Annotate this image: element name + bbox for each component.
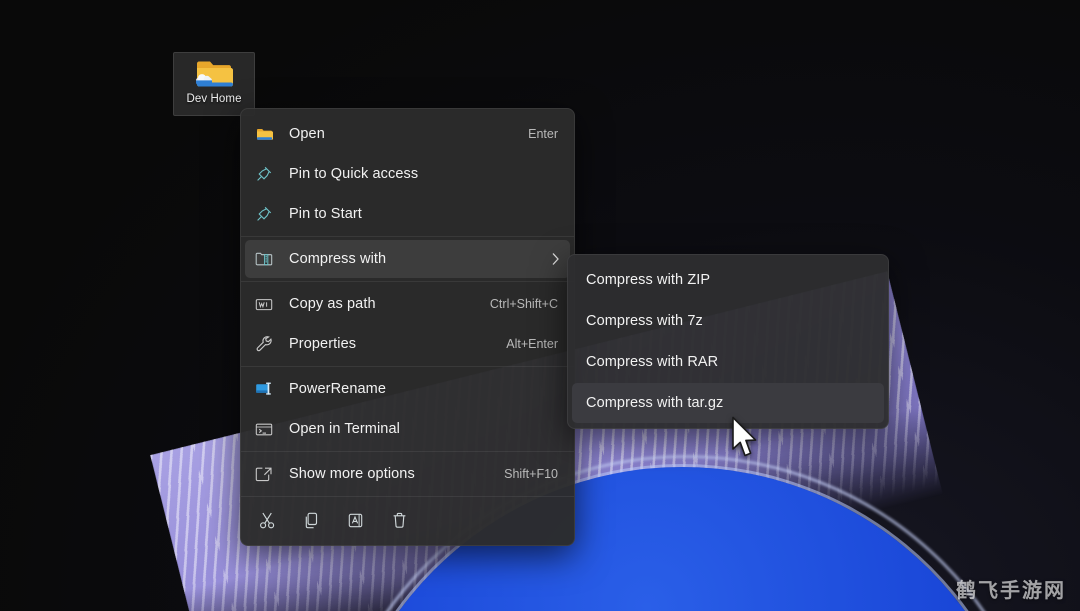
- menu-item-compress-with[interactable]: Compress with: [245, 240, 570, 278]
- menu-item-properties[interactable]: Properties Alt+Enter: [245, 325, 570, 363]
- menu-item-label: Show more options: [289, 466, 415, 482]
- menu-item-label: Open in Terminal: [289, 421, 400, 437]
- cut-icon: [258, 511, 277, 535]
- show-more-options-icon: [253, 464, 275, 484]
- menu-item-copy-as-path[interactable]: Copy as path Ctrl+Shift+C: [245, 285, 570, 323]
- cut-button[interactable]: [247, 506, 287, 540]
- compress-with-submenu: Compress with ZIP Compress with 7z Compr…: [567, 254, 889, 429]
- menu-item-label: Properties: [289, 336, 357, 352]
- menu-item-label: Copy as path: [289, 296, 376, 312]
- submenu-item-label: Compress with RAR: [586, 354, 719, 370]
- context-menu: Open Enter Pin to Quick access Pin to St…: [240, 108, 575, 546]
- folder-cloud-icon: [193, 57, 235, 91]
- submenu-item-label: Compress with 7z: [586, 313, 703, 329]
- menu-item-open-in-terminal[interactable]: Open in Terminal: [245, 410, 570, 448]
- site-watermark: 鹤飞手游网: [956, 578, 1066, 602]
- delete-icon: [390, 511, 409, 535]
- submenu-item-compress-7z[interactable]: Compress with 7z: [572, 301, 884, 341]
- pin-icon: [253, 164, 275, 184]
- folder-icon: [253, 124, 275, 144]
- menu-item-accelerator: Alt+Enter: [506, 337, 558, 351]
- menu-separator: [241, 281, 574, 282]
- menu-separator: [241, 496, 574, 497]
- menu-separator: [241, 451, 574, 452]
- compress-zip-icon: [253, 249, 275, 269]
- desktop-icon-dev-home[interactable]: Dev Home: [173, 52, 255, 116]
- wrench-icon: [253, 334, 275, 354]
- menu-item-powerrename[interactable]: PowerRename: [245, 370, 570, 408]
- menu-item-label: Open: [289, 126, 325, 142]
- rename-icon: [346, 511, 365, 535]
- pin-icon: [253, 204, 275, 224]
- menu-item-label: Pin to Quick access: [289, 166, 419, 182]
- menu-separator: [241, 366, 574, 367]
- desktop-icon-label: Dev Home: [186, 93, 242, 105]
- context-menu-command-bar: [241, 500, 574, 545]
- menu-item-open[interactable]: Open Enter: [245, 115, 570, 153]
- submenu-item-compress-rar[interactable]: Compress with RAR: [572, 342, 884, 382]
- menu-item-label: Compress with: [289, 251, 387, 267]
- menu-item-label: Pin to Start: [289, 206, 362, 222]
- desktop-screen: Dev Home Open Enter Pin to Quick access …: [0, 0, 1080, 611]
- menu-item-pin-to-start[interactable]: Pin to Start: [245, 195, 570, 233]
- submenu-item-compress-targz[interactable]: Compress with tar.gz: [572, 383, 884, 423]
- terminal-icon: [253, 419, 275, 439]
- menu-item-accelerator: Enter: [528, 127, 558, 141]
- submenu-item-compress-zip[interactable]: Compress with ZIP: [572, 260, 884, 300]
- submenu-item-label: Compress with tar.gz: [586, 395, 724, 411]
- powerrename-icon: [253, 379, 275, 399]
- rename-button[interactable]: [335, 506, 375, 540]
- menu-item-pin-to-quick-access[interactable]: Pin to Quick access: [245, 155, 570, 193]
- submenu-item-label: Compress with ZIP: [586, 272, 711, 288]
- menu-separator: [241, 236, 574, 237]
- menu-item-label: PowerRename: [289, 381, 387, 397]
- copy-button[interactable]: [291, 506, 331, 540]
- copy-path-icon: [253, 294, 275, 314]
- copy-icon: [302, 511, 321, 535]
- menu-item-accelerator: Ctrl+Shift+C: [489, 297, 558, 311]
- menu-item-show-more-options[interactable]: Show more options Shift+F10: [245, 455, 570, 493]
- menu-item-accelerator: Shift+F10: [504, 467, 558, 481]
- delete-button[interactable]: [379, 506, 419, 540]
- chevron-right-icon: [551, 252, 560, 266]
